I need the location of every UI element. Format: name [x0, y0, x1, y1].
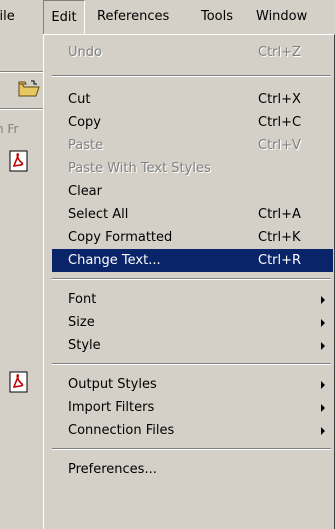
shortcut-label: Ctrl+A	[258, 207, 301, 222]
menu-item-undo[interactable]: Undo Ctrl+Z	[52, 41, 333, 64]
edit-menu-dropdown: Undo Ctrl+Z Cut Ctrl+X Copy Ctrl+C Paste…	[43, 34, 335, 529]
menu-tools[interactable]: Tools	[201, 0, 233, 34]
submenu-arrow-icon	[321, 319, 325, 327]
shortcut-label: Ctrl+Z	[258, 45, 301, 60]
shortcut-label: Ctrl+R	[258, 253, 302, 268]
menu-item-label: Paste	[68, 138, 104, 153]
shortcut-label: Ctrl+V	[258, 138, 301, 153]
open-folder-icon[interactable]	[18, 80, 40, 98]
menu-item-font[interactable]: Font	[52, 288, 333, 311]
menu-item-connection-files[interactable]: Connection Files	[52, 419, 333, 442]
toolbar-divider	[0, 108, 43, 110]
menu-item-label: Copy	[68, 115, 101, 130]
menu-file[interactable]: File	[0, 0, 15, 34]
menu-item-paste[interactable]: Paste Ctrl+V	[52, 134, 333, 157]
submenu-arrow-icon	[321, 296, 325, 304]
menu-item-label: Paste With Text Styles	[68, 161, 211, 176]
menu-item-label: Size	[68, 315, 95, 330]
pdf-icon[interactable]	[8, 150, 30, 172]
menu-item-label: Import Filters	[68, 400, 155, 415]
menu-item-label: Connection Files	[68, 423, 175, 438]
shortcut-label: Ctrl+K	[258, 230, 301, 245]
menu-item-copy[interactable]: Copy Ctrl+C	[52, 111, 333, 134]
submenu-arrow-icon	[321, 381, 325, 389]
menu-window[interactable]: Window	[256, 0, 307, 34]
menu-item-change-text[interactable]: Change Text... Ctrl+R	[52, 249, 333, 272]
menu-item-clear[interactable]: Clear	[52, 180, 333, 203]
menu-item-paste-with-text-styles[interactable]: Paste With Text Styles	[52, 157, 333, 180]
submenu-arrow-icon	[321, 427, 325, 435]
menu-item-label: Style	[68, 338, 101, 353]
submenu-arrow-icon	[321, 342, 325, 350]
submenu-arrow-icon	[321, 404, 325, 412]
menu-item-label: Change Text...	[68, 253, 161, 268]
menu-item-label: Copy Formatted	[68, 230, 173, 245]
menu-item-label: Font	[68, 292, 97, 307]
menu-item-select-all[interactable]: Select All Ctrl+A	[52, 203, 333, 226]
menu-item-label: Cut	[68, 92, 91, 107]
menu-separator	[52, 75, 331, 77]
menu-references[interactable]: References	[97, 0, 169, 34]
toolbar-divider	[0, 71, 43, 73]
menu-edit[interactable]: Edit	[43, 0, 85, 35]
menu-item-label: Undo	[68, 45, 102, 60]
menu-item-size[interactable]: Size	[52, 311, 333, 334]
menu-separator	[52, 363, 331, 365]
menu-item-style[interactable]: Style	[52, 334, 333, 357]
menu-bar: File Edit References Tools Window	[0, 0, 335, 35]
menu-item-preferences[interactable]: Preferences...	[52, 458, 333, 481]
menu-separator	[52, 448, 331, 450]
menu-item-output-styles[interactable]: Output Styles	[52, 373, 333, 396]
menu-item-label: Clear	[68, 184, 102, 199]
partial-text: n Fr	[0, 122, 19, 136]
menu-item-cut[interactable]: Cut Ctrl+X	[52, 88, 333, 111]
menu-item-import-filters[interactable]: Import Filters	[52, 396, 333, 419]
background-app-strip: n Fr	[0, 34, 43, 529]
shortcut-label: Ctrl+C	[258, 115, 302, 130]
menu-item-label: Preferences...	[68, 462, 157, 477]
menu-item-label: Output Styles	[68, 377, 157, 392]
pdf-icon[interactable]	[8, 371, 30, 393]
menu-item-label: Select All	[68, 207, 129, 222]
menu-separator	[52, 278, 331, 280]
menu-item-copy-formatted[interactable]: Copy Formatted Ctrl+K	[52, 226, 333, 249]
shortcut-label: Ctrl+X	[258, 92, 301, 107]
